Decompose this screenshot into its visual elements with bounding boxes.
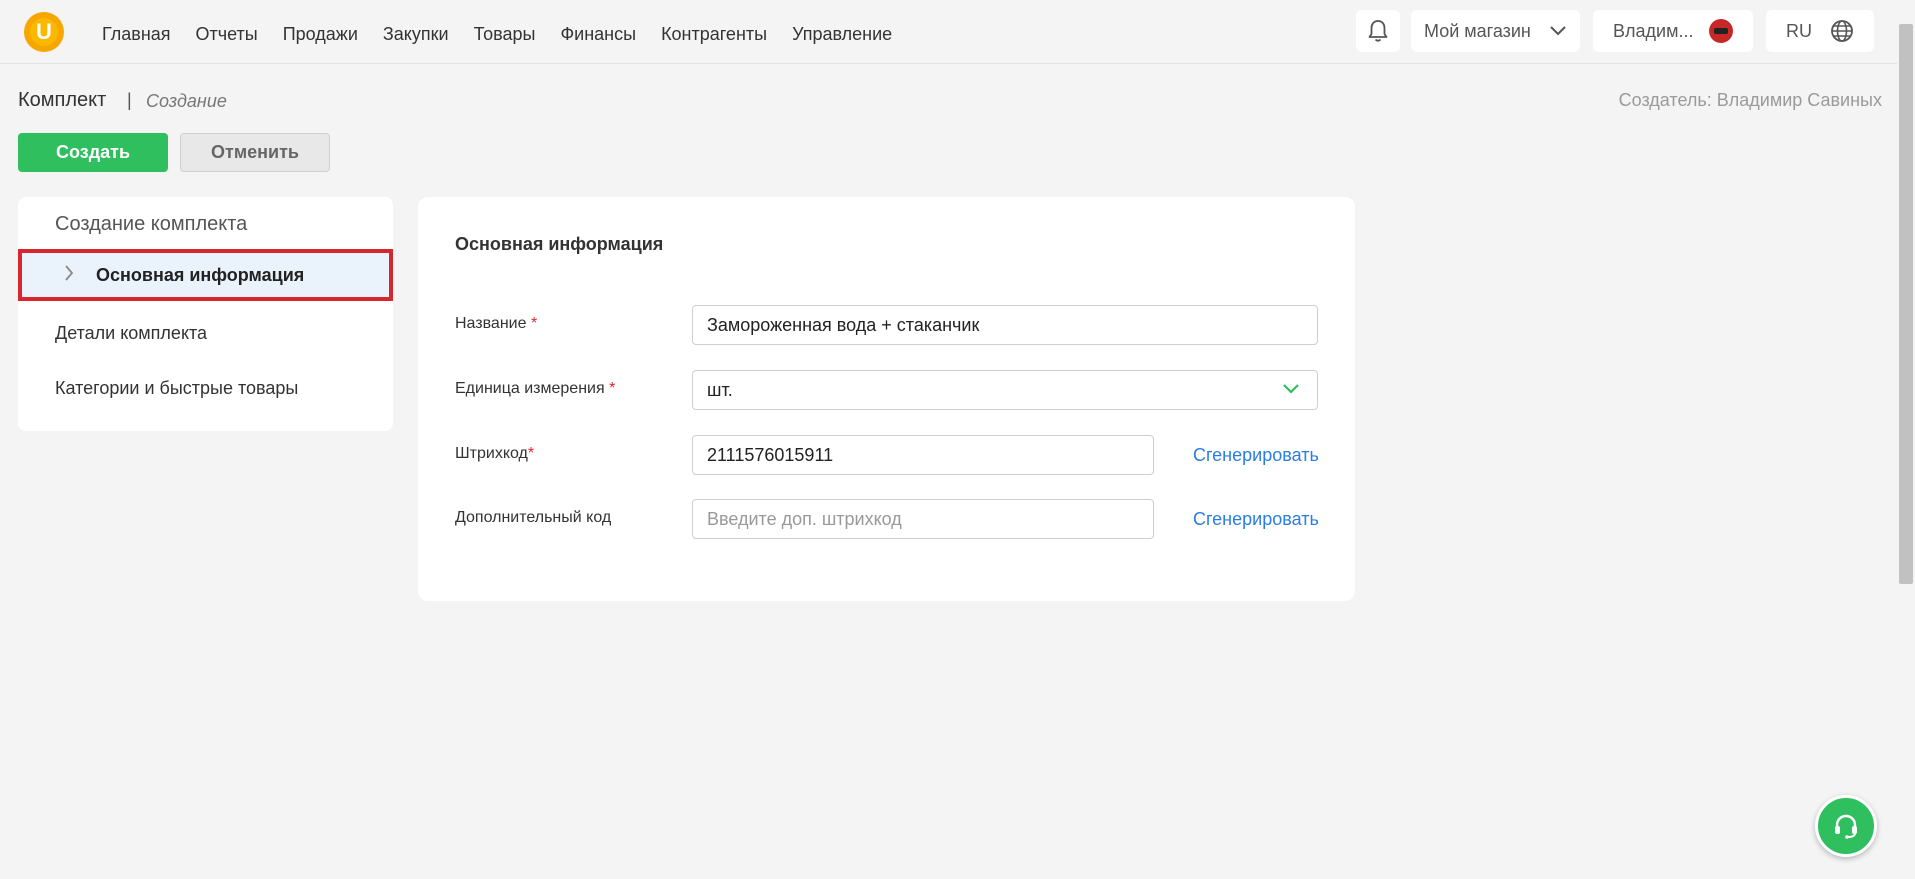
chevron-down-icon: [1550, 26, 1566, 36]
user-name: Владим...: [1613, 20, 1694, 41]
name-label: Название *: [455, 315, 537, 333]
extra-code-label: Дополнительный код: [455, 509, 612, 526]
basic-info-card: Основная информация Название * Заморожен…: [418, 197, 1355, 601]
chevron-down-icon: [1283, 384, 1299, 394]
notifications-button[interactable]: [1356, 10, 1400, 52]
store-name: Мой магазин: [1424, 20, 1531, 41]
page-title: Комплект: [18, 89, 107, 111]
logo[interactable]: U: [24, 12, 64, 52]
cancel-button[interactable]: Отменить: [180, 133, 330, 172]
breadcrumb-separator: |: [127, 90, 132, 110]
chevron-right-icon: [64, 264, 84, 286]
sidebar-item-kit-details[interactable]: Детали комплекта: [55, 323, 207, 344]
nav-item-counterparties[interactable]: Контрагенты: [661, 22, 767, 46]
main-nav: Главная Отчеты Продажи Закупки Товары Фи…: [102, 22, 917, 46]
sidebar-item-label: Основная информация: [96, 264, 305, 285]
barcode-label-text: Штрихкод: [455, 445, 528, 462]
scrollbar-thumb[interactable]: [1899, 24, 1913, 584]
language-selector[interactable]: RU: [1766, 10, 1874, 52]
unit-select-value: шт.: [707, 379, 733, 400]
name-input[interactable]: Замороженная вода + стаканчик: [692, 305, 1318, 345]
nav-item-products[interactable]: Товары: [474, 22, 536, 46]
barcode-input[interactable]: 2111576015911: [692, 435, 1154, 475]
page-subtitle: Создание: [146, 91, 227, 111]
extra-code-input[interactable]: Введите доп. штрихкод: [692, 499, 1154, 539]
bell-icon: [1368, 20, 1388, 42]
generate-barcode-link[interactable]: Сгенерировать: [1193, 445, 1319, 466]
barcode-input-value: 2111576015911: [707, 444, 834, 465]
nav-item-home[interactable]: Главная: [102, 22, 171, 46]
name-input-value: Замороженная вода + стаканчик: [707, 314, 980, 335]
globe-icon: [1831, 20, 1853, 42]
unit-label: Единица измерения *: [455, 380, 615, 398]
nav-item-reports[interactable]: Отчеты: [196, 22, 258, 46]
logo-letter: U: [30, 18, 58, 46]
nav-item-sales[interactable]: Продажи: [283, 22, 358, 46]
required-mark: *: [530, 315, 538, 332]
sidebar-title: Создание комплекта: [55, 213, 248, 235]
unit-label-text: Единица измерения: [455, 380, 605, 397]
nav-item-purchases[interactable]: Закупки: [383, 22, 449, 46]
page-scrollbar[interactable]: [1897, 0, 1915, 879]
top-navigation-bar: U Главная Отчеты Продажи Закупки Товары …: [0, 0, 1897, 64]
sidebar-item-categories[interactable]: Категории и быстрые товары: [55, 378, 298, 399]
sidebar-item-basic-info[interactable]: Основная информация: [18, 249, 393, 301]
support-chat-button[interactable]: [1815, 795, 1877, 857]
nav-item-finance[interactable]: Финансы: [560, 22, 636, 46]
creator-info: Создатель: Владимир Савиных: [1618, 90, 1882, 110]
barcode-label: Штрихкод*: [455, 445, 534, 463]
nav-item-management[interactable]: Управление: [792, 22, 892, 46]
avatar: [1709, 19, 1733, 43]
user-menu[interactable]: Владим...: [1593, 10, 1753, 52]
required-mark: *: [527, 445, 535, 462]
headset-icon: [1835, 814, 1857, 839]
extra-code-placeholder: Введите доп. штрихкод: [707, 508, 902, 529]
required-mark: *: [609, 380, 616, 397]
unit-select[interactable]: шт.: [692, 370, 1318, 410]
sidebar-panel: Создание комплекта Основная информация Д…: [18, 197, 393, 431]
store-selector[interactable]: Мой магазин: [1411, 10, 1580, 52]
generate-extra-code-link[interactable]: Сгенерировать: [1193, 509, 1319, 530]
create-button[interactable]: Создать: [18, 133, 168, 172]
card-title: Основная информация: [455, 234, 664, 254]
language-code: RU: [1786, 20, 1812, 41]
name-label-text: Название: [455, 315, 527, 332]
